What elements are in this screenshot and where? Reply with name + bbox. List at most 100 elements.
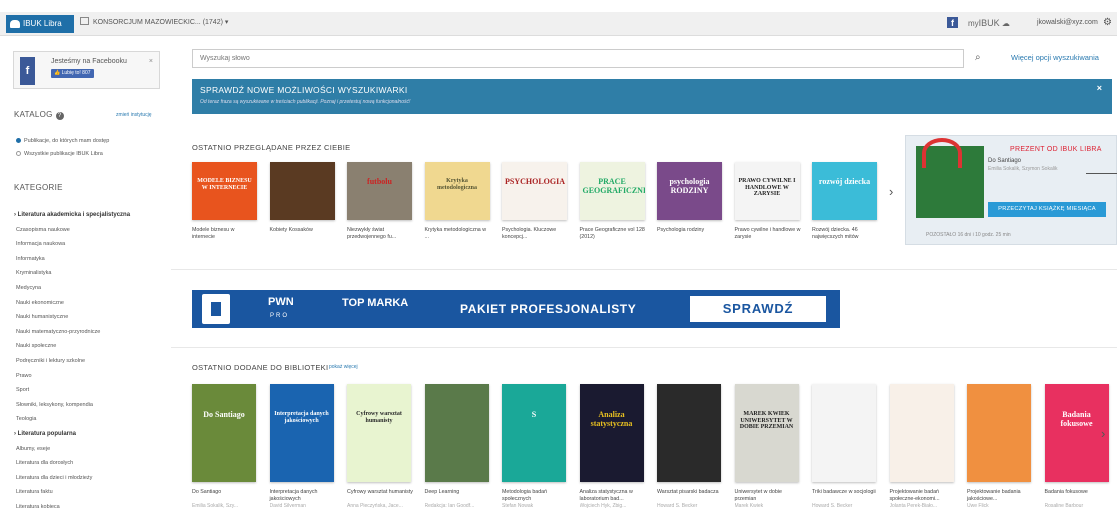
read-book-of-month-button[interactable]: PRZECZYTAJ KSIĄŻKĘ MIESIĄCA bbox=[988, 202, 1106, 217]
book-cover[interactable] bbox=[424, 384, 489, 482]
book-title[interactable]: Psychologia rodziny bbox=[657, 227, 723, 234]
book-cover-text: rozwój dziecka bbox=[818, 177, 871, 187]
radio-all[interactable]: Wszystkie publikacje IBUK Libra bbox=[16, 151, 103, 157]
chevron-right-icon[interactable]: › bbox=[889, 184, 893, 199]
book-cover[interactable]: rozwój dziecka bbox=[812, 162, 877, 220]
book-title[interactable]: Triki badawcze w socjologii bbox=[812, 489, 878, 496]
book-title[interactable]: Uniwersytet w dobie przemian bbox=[735, 489, 801, 503]
close-icon[interactable]: × bbox=[1097, 83, 1102, 93]
book-title[interactable]: Psychologia. Kluczowe koncepcj... bbox=[502, 227, 568, 241]
cloud-icon bbox=[10, 20, 20, 28]
category-item[interactable]: Nauki matematyczno-przyrodnicze bbox=[16, 329, 100, 335]
book-cover-text: MAREK KWIEK UNIWERSYTET W DOBIE PRZEMIAN bbox=[739, 411, 794, 431]
search-icon[interactable]: ⌕ bbox=[975, 52, 981, 63]
category-item[interactable]: Nauki ekonomiczne bbox=[16, 300, 64, 306]
category-item[interactable]: Literatura dla dorosłych bbox=[16, 460, 73, 466]
book-cover-text: Krytyka metodologiczna bbox=[437, 178, 477, 191]
book-cover-text: Analiza statystyczna bbox=[590, 410, 633, 428]
sprawdz-button[interactable]: SPRAWDŹ bbox=[690, 296, 826, 322]
book-cover[interactable]: MAREK KWIEK UNIWERSYTET W DOBIE PRZEMIAN bbox=[734, 384, 799, 482]
book-title[interactable]: Prace Geograficzne vol 128 (2012) bbox=[580, 227, 646, 241]
category-group-heading[interactable]: › Literatura popularna bbox=[14, 431, 76, 437]
my-ibuk-link[interactable]: myIBUK ☁ bbox=[968, 18, 1010, 28]
category-item[interactable]: Teologia bbox=[16, 416, 37, 422]
book-author: Redakcja: Ian Goodf... bbox=[424, 503, 475, 509]
book-cover[interactable] bbox=[967, 384, 1031, 482]
book-cover[interactable] bbox=[269, 162, 335, 220]
book-cover[interactable] bbox=[889, 384, 954, 482]
categories-heading: KATEGORIE bbox=[14, 183, 63, 192]
book-cover[interactable] bbox=[812, 384, 876, 482]
category-item[interactable]: Albumy, eseje bbox=[16, 446, 50, 452]
help-icon[interactable]: ? bbox=[55, 112, 64, 120]
katalog-heading: KATALOG? bbox=[14, 110, 64, 120]
book-title[interactable]: Projektowanie badań społeczne-ekonomi... bbox=[890, 489, 956, 503]
category-item[interactable]: Medycyna bbox=[16, 285, 41, 291]
book-title[interactable]: Kobiety Kossaków bbox=[270, 227, 336, 234]
category-group-heading[interactable]: › Literatura akademicka i specjalistyczn… bbox=[14, 212, 130, 218]
divider bbox=[171, 347, 1117, 348]
book-author: David Silverman bbox=[269, 503, 306, 509]
ibuk-logo[interactable]: IBUK Libra bbox=[6, 15, 74, 33]
book-cover[interactable]: futbolu bbox=[347, 162, 412, 220]
pwn-pro-advert[interactable]: PWN PRO TOP MARKA PAKIET PROFESJONALISTY… bbox=[192, 290, 840, 328]
change-institution-link[interactable]: zmień instytucję bbox=[116, 112, 152, 118]
book-title[interactable]: Analiza statystyczna w laboratorium bad.… bbox=[580, 489, 646, 503]
category-item[interactable]: Słowniki, leksykony, kompendia bbox=[16, 402, 93, 408]
category-item[interactable]: Prawo bbox=[16, 373, 32, 379]
close-icon[interactable]: × bbox=[149, 58, 153, 65]
book-title[interactable]: Krytyka metodologiczna w ... bbox=[425, 227, 491, 241]
facebook-icon[interactable]: f bbox=[947, 17, 958, 28]
category-item[interactable]: Informacja naukowa bbox=[16, 241, 65, 247]
book-title[interactable]: Badania fokusowe bbox=[1045, 489, 1111, 496]
book-title[interactable]: Interpretacja danych jakościowych bbox=[270, 489, 336, 503]
book-cover[interactable]: Do Santiago bbox=[192, 384, 256, 482]
book-cover[interactable]: Krytyka metodologiczna bbox=[424, 162, 490, 220]
category-item[interactable]: Czasopisma naukowe bbox=[16, 227, 70, 233]
book-cover[interactable]: psychologia RODZINY bbox=[657, 162, 722, 220]
book-cover[interactable]: Cyfrowy warsztat humanisty bbox=[347, 384, 411, 482]
user-account[interactable]: jkowalski@xyz.com bbox=[1037, 19, 1098, 26]
category-item[interactable]: Nauki humanistyczne bbox=[16, 314, 68, 320]
category-item[interactable]: Kryminalistyka bbox=[16, 270, 51, 276]
show-more-link[interactable]: pokaż więcej bbox=[329, 364, 358, 370]
book-author: Stefan Nowak bbox=[502, 503, 534, 509]
settings-icon[interactable]: ⚙ bbox=[1103, 17, 1112, 28]
category-item[interactable]: Literatura kobieca bbox=[16, 504, 60, 510]
book-cover-text: MODELE BIZNESU W INTERNECIE bbox=[197, 178, 252, 191]
book-cover[interactable]: Badania fokusowe bbox=[1044, 384, 1109, 482]
book-cover[interactable]: Analiza statystyczna bbox=[579, 384, 644, 482]
consortium-selector[interactable]: KONSORCJUM MAZOWIECKIC... (1742) ▾ bbox=[80, 17, 228, 26]
gift-book-title[interactable]: Do Santiago bbox=[988, 158, 1021, 164]
search-input[interactable] bbox=[192, 49, 964, 68]
book-title[interactable]: Warsztat pisarski badacza bbox=[657, 489, 723, 496]
category-item[interactable]: Sport bbox=[16, 387, 29, 393]
radio-accessible[interactable]: Publikacje, do których mam dostęp bbox=[16, 138, 109, 144]
book-title[interactable]: Prawo cywilne i handlowe w zarysie bbox=[735, 227, 801, 241]
book-title[interactable]: Niezwykły świat przedwojennego fu... bbox=[347, 227, 413, 241]
book-author: Wojciech Hyk, Zbig... bbox=[579, 503, 627, 509]
book-title[interactable]: Projektowanie badania jakościowe... bbox=[967, 489, 1033, 503]
book-cover[interactable]: MODELE BIZNESU W INTERNECIE bbox=[192, 162, 257, 220]
advanced-search-link[interactable]: Więcej opcji wyszukiwania bbox=[1011, 53, 1099, 62]
book-cover[interactable]: Interpretacja danych jakościowych bbox=[269, 384, 334, 482]
book-title[interactable]: Modele biznesu w internecie bbox=[192, 227, 258, 241]
book-cover[interactable]: PSYCHOLOGIA bbox=[502, 162, 567, 220]
category-item[interactable]: Literatura faktu bbox=[16, 489, 53, 495]
category-item[interactable]: Podręczniki i lektury szkolne bbox=[16, 358, 85, 364]
facebook-like-button[interactable]: 👍 Lubię to! 807 bbox=[51, 69, 94, 78]
book-title[interactable]: Cyfrowy warsztat humanisty bbox=[347, 489, 413, 496]
book-title[interactable]: Deep Learning bbox=[425, 489, 491, 496]
book-cover[interactable]: S bbox=[502, 384, 566, 482]
book-cover[interactable]: PRAWO CYWILNE I HANDLOWE W ZARYSIE bbox=[734, 162, 800, 220]
book-title[interactable]: Rozwój dziecka. 46 najwięcszych mitów bbox=[812, 227, 878, 241]
book-title[interactable]: Do Santiago bbox=[192, 489, 258, 496]
chevron-right-icon[interactable]: › bbox=[1101, 426, 1105, 441]
book-cover[interactable]: PRACE GEOGRAFICZNE bbox=[579, 162, 645, 220]
category-item[interactable]: Nauki społeczne bbox=[16, 343, 56, 349]
book-cover[interactable] bbox=[657, 384, 721, 482]
category-item[interactable]: Informatyka bbox=[16, 256, 45, 262]
category-item[interactable]: Literatura dla dzieci i młodzieży bbox=[16, 475, 92, 481]
book-cover-text: S bbox=[531, 410, 537, 420]
book-title[interactable]: Metodologia badań społecznych bbox=[502, 489, 568, 503]
